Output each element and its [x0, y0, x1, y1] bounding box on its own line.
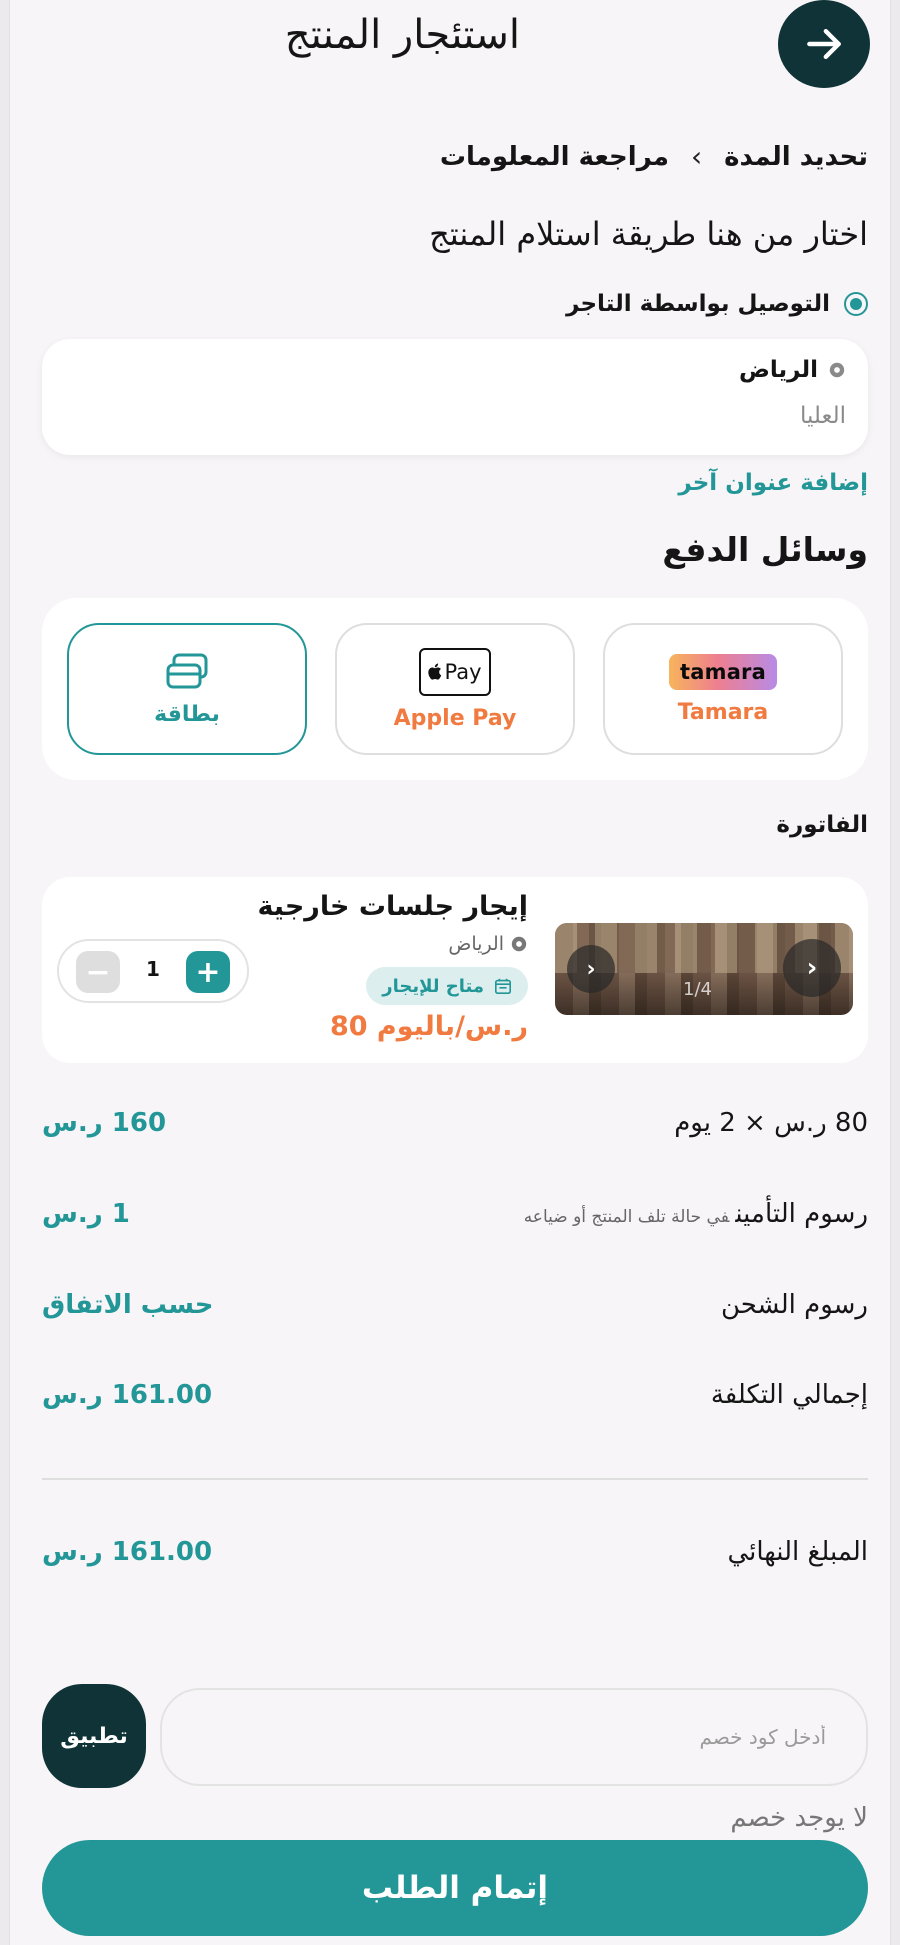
summary-row-insurance: رسوم التأمينفي حالة تلف المنتج أو ضياعه …	[42, 1199, 868, 1239]
address-district: العليا	[799, 403, 846, 429]
back-button[interactable]	[778, 0, 870, 88]
payment-option-tamara[interactable]: tamara Tamara	[603, 623, 843, 755]
delivery-option-merchant[interactable]: التوصيل بواسطة التاجر	[566, 291, 868, 317]
payment-option-label: Tamara	[677, 699, 769, 725]
discount-code-input[interactable]	[160, 1688, 868, 1786]
carousel-next-icon[interactable]: ›	[783, 939, 841, 997]
product-image-carousel[interactable]: › › 1/4	[555, 923, 853, 1015]
right-border	[890, 0, 900, 1945]
summary-value: حسب الاتفاق	[42, 1290, 214, 1320]
chevron-left-icon: ›	[690, 140, 703, 173]
delivery-section-title: اختار من هنا طريقة استلام المنتج	[429, 215, 868, 253]
final-amount-label: المبلغ النهائي	[727, 1537, 868, 1567]
quantity-stepper: + 1 −	[57, 939, 249, 1003]
product-name: إيجار جلسات خارجية	[257, 891, 528, 922]
payment-section-title: وسائل الدفع	[662, 530, 868, 569]
minus-icon[interactable]: −	[76, 951, 120, 993]
product-price: 80 ر.س/باليوم	[329, 1011, 528, 1042]
breadcrumb: تحديد المدة › مراجعة المعلومات	[440, 140, 868, 173]
summary-label: رسوم الشحن	[720, 1290, 868, 1320]
payment-methods: tamara Tamara Pay Apple Pay بطاقة	[42, 598, 868, 780]
availability-badge: متاح للإيجار	[366, 967, 528, 1005]
summary-label-note: في حالة تلف المنتج أو ضياعه	[523, 1207, 730, 1227]
product-card: › › 1/4 إيجار جلسات خارجية الرياض متاح ل…	[42, 877, 868, 1063]
product-location: الرياض	[448, 933, 528, 955]
divider	[42, 1478, 868, 1480]
delivery-option-label: التوصيل بواسطة التاجر	[566, 291, 830, 317]
summary-label: رسوم التأمينفي حالة تلف المنتج أو ضياعه	[524, 1199, 868, 1229]
checkout-page: استئجار المنتج تحديد المدة › مراجعة المع…	[0, 0, 900, 1945]
final-amount-value: 161.00 ر.س	[42, 1537, 213, 1567]
summary-row-total: إجمالي التكلفة 161.00 ر.س	[42, 1380, 868, 1420]
payment-option-label: بطاقة	[154, 701, 220, 727]
location-pin-icon	[829, 362, 845, 378]
address-city: الرياض	[738, 357, 818, 383]
apple-pay-logo: Pay	[419, 647, 491, 696]
summary-row-final: المبلغ النهائي 161.00 ر.س	[42, 1537, 868, 1577]
apple-pay-logo-text: Pay	[444, 659, 482, 684]
summary-value: 1 ر.س	[42, 1199, 130, 1229]
summary-label: إجمالي التكلفة	[710, 1380, 868, 1410]
availability-badge-text: متاح للإيجار	[382, 975, 484, 997]
tamara-logo: tamara	[669, 653, 777, 690]
payment-option-apple-pay[interactable]: Pay Apple Pay	[335, 623, 575, 755]
calendar-icon	[494, 978, 512, 995]
payment-option-label: Apple Pay	[393, 705, 517, 731]
step-duration[interactable]: تحديد المدة	[724, 142, 868, 172]
arrow-right-icon	[807, 28, 841, 60]
step-review[interactable]: مراجعة المعلومات	[440, 142, 669, 172]
address-city-row: الرياض	[739, 357, 846, 383]
summary-label: 80 ر.س × 2 يوم	[674, 1108, 868, 1138]
image-counter: 1/4	[683, 979, 712, 1000]
carousel-prev-icon[interactable]: ›	[567, 945, 615, 993]
apply-discount-button[interactable]: تطبيق	[42, 1684, 146, 1788]
left-border	[0, 0, 10, 1945]
no-discount-text: لا يوجد خصم	[730, 1803, 868, 1833]
product-location-text: الرياض	[448, 933, 504, 955]
payment-option-card[interactable]: بطاقة	[67, 623, 307, 755]
radio-selected[interactable]	[844, 292, 868, 316]
address-card[interactable]: الرياض العليا	[42, 339, 868, 455]
apple-icon	[428, 663, 442, 680]
summary-row-days: 80 ر.س × 2 يوم 160 ر.س	[42, 1108, 868, 1148]
summary-label-text: رسوم التأمين	[735, 1199, 868, 1229]
location-pin-icon	[511, 936, 527, 952]
complete-order-button[interactable]: إتمام الطلب	[42, 1840, 868, 1936]
summary-value: 161.00 ر.س	[42, 1380, 213, 1410]
invoice-title: الفاتورة	[776, 812, 868, 838]
add-address-link[interactable]: إضافة عنوان آخر	[678, 470, 868, 496]
summary-row-shipping: رسوم الشحن حسب الاتفاق	[42, 1290, 868, 1330]
card-icon	[166, 653, 208, 688]
summary-value: 160 ر.س	[42, 1108, 167, 1138]
page-title: استئجار المنتج	[284, 12, 520, 58]
